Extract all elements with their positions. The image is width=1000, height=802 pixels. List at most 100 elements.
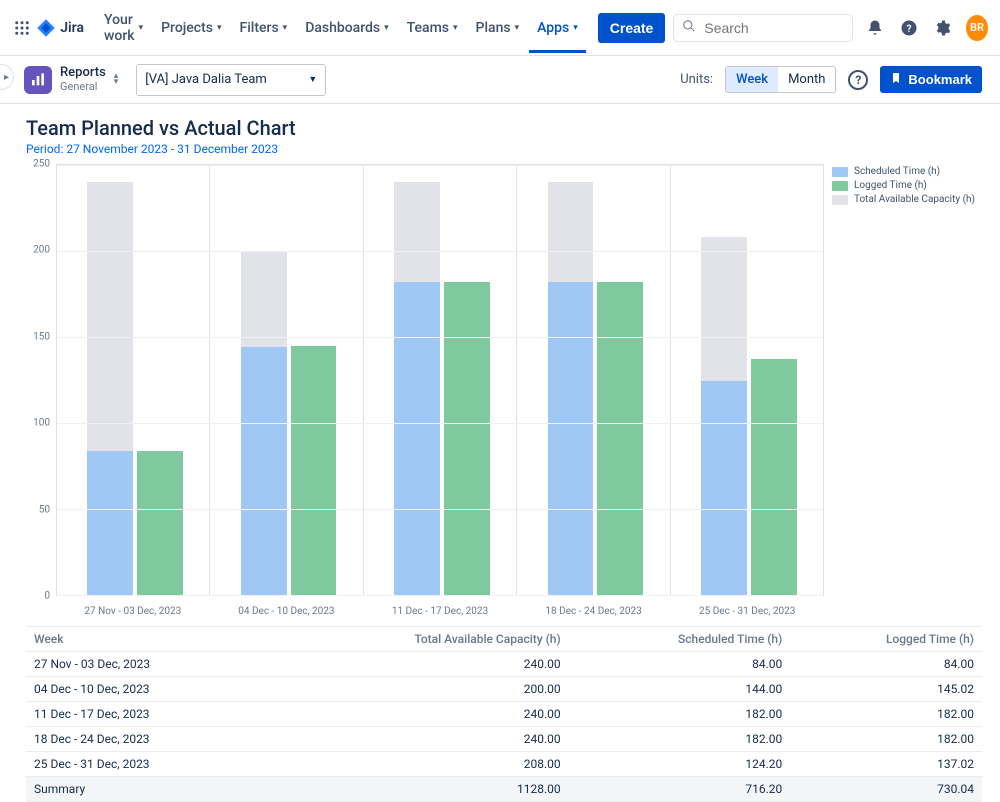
y-axis: 050100150200250 <box>26 164 54 596</box>
cell-logged: 137.02 <box>790 752 982 777</box>
cell-week: Summary <box>26 777 270 802</box>
swatch-total <box>832 195 848 205</box>
cell-logged: 182.00 <box>790 727 982 752</box>
units-month[interactable]: Month <box>778 67 835 92</box>
x-label: 11 Dec - 17 Dec, 2023 <box>363 600 517 624</box>
bar-logged[interactable] <box>597 282 643 595</box>
table-row: 04 Dec - 10 Dec, 2023200.00144.00145.02 <box>26 677 982 702</box>
chevron-down-icon: ▼ <box>308 74 317 85</box>
team-select[interactable]: [VA] Java Dalia Team ▼ <box>136 64 326 96</box>
chevron-down-icon: ▾ <box>573 23 578 33</box>
table-header: Scheduled Time (h) <box>569 627 791 652</box>
chevron-down-icon: ▾ <box>515 23 520 33</box>
bar-logged[interactable] <box>751 359 797 595</box>
units-label: Units: <box>680 72 713 87</box>
chart-group <box>210 165 363 595</box>
table-header: Logged Time (h) <box>790 627 982 652</box>
page-content: Team Planned vs Actual Chart Period: 27 … <box>0 104 1000 802</box>
cell-sched: 182.00 <box>569 727 791 752</box>
bookmark-button[interactable]: Bookmark <box>880 66 982 93</box>
settings-icon[interactable] <box>931 14 955 42</box>
cell-sched: 144.00 <box>569 677 791 702</box>
bookmark-icon <box>890 72 902 87</box>
legend-item-total: Total Available Capacity (h) <box>832 194 982 205</box>
bar-scheduled[interactable] <box>241 347 287 595</box>
cell-week: 04 Dec - 10 Dec, 2023 <box>26 677 270 702</box>
chevron-down-icon: ▾ <box>283 23 288 33</box>
legend-label: Scheduled Time (h) <box>854 166 940 177</box>
cell-sched: 182.00 <box>569 702 791 727</box>
search-box[interactable] <box>673 14 853 42</box>
report-selector[interactable]: Reports General ▴▾ <box>18 62 124 98</box>
swatch-scheduled <box>832 167 848 177</box>
bar-scheduled[interactable] <box>701 381 747 595</box>
nav-items: Your work ▾Projects ▾Filters ▾Dashboards… <box>96 4 586 52</box>
page-title: Team Planned vs Actual Chart <box>26 116 982 140</box>
nav-item-projects[interactable]: Projects ▾ <box>153 14 229 42</box>
nav-item-teams[interactable]: Teams ▾ <box>399 14 466 42</box>
bar-logged[interactable] <box>137 451 183 595</box>
x-label: 27 Nov - 03 Dec, 2023 <box>56 600 210 624</box>
cell-week: 25 Dec - 31 Dec, 2023 <box>26 752 270 777</box>
table-row: 18 Dec - 24 Dec, 2023240.00182.00182.00 <box>26 727 982 752</box>
cell-logged: 145.02 <box>790 677 982 702</box>
notifications-icon[interactable] <box>863 14 887 42</box>
chevron-down-icon: ▾ <box>217 23 222 33</box>
chart-group <box>364 165 517 595</box>
cell-sched: 716.20 <box>569 777 791 802</box>
chevron-down-icon: ▾ <box>139 23 144 33</box>
cell-total: 200.00 <box>270 677 569 702</box>
table-header: Total Available Capacity (h) <box>270 627 569 652</box>
y-tick: 100 <box>33 418 50 429</box>
chevron-updown-icon: ▴▾ <box>114 74 119 86</box>
report-subtitle: General <box>60 81 106 93</box>
bookmark-label: Bookmark <box>908 72 972 87</box>
search-input[interactable] <box>702 19 887 37</box>
nav-item-filters[interactable]: Filters ▾ <box>231 14 295 42</box>
page-help-icon[interactable]: ? <box>848 70 868 90</box>
cell-total: 240.00 <box>270 727 569 752</box>
bar-logged[interactable] <box>444 282 490 595</box>
page-period: Period: 27 November 2023 - 31 December 2… <box>26 142 982 156</box>
bar-scheduled[interactable] <box>394 282 440 595</box>
cell-total: 240.00 <box>270 702 569 727</box>
bar-logged[interactable] <box>291 346 337 595</box>
table-row: 27 Nov - 03 Dec, 2023240.0084.0084.00 <box>26 652 982 677</box>
cell-week: 11 Dec - 17 Dec, 2023 <box>26 702 270 727</box>
legend-label: Logged Time (h) <box>854 180 927 191</box>
table-summary-row: Summary1128.00716.20730.04 <box>26 777 982 802</box>
bar-scheduled[interactable] <box>87 451 133 595</box>
nav-item-apps[interactable]: Apps ▾ <box>529 4 586 53</box>
cell-total: 1128.00 <box>270 777 569 802</box>
create-button[interactable]: Create <box>598 13 666 43</box>
chevron-down-icon: ▾ <box>384 23 389 33</box>
cell-logged: 730.04 <box>790 777 982 802</box>
x-label: 04 Dec - 10 Dec, 2023 <box>210 600 364 624</box>
nav-item-your-work[interactable]: Your work ▾ <box>96 6 151 50</box>
cell-week: 18 Dec - 24 Dec, 2023 <box>26 727 270 752</box>
avatar[interactable]: BR <box>966 15 988 41</box>
brand-text: Jira <box>60 20 84 36</box>
bar-scheduled[interactable] <box>548 282 594 595</box>
cell-logged: 84.00 <box>790 652 982 677</box>
cell-total: 240.00 <box>270 652 569 677</box>
chart-group <box>517 165 670 595</box>
top-nav: Jira Your work ▾Projects ▾Filters ▾Dashb… <box>0 0 1000 56</box>
x-label: 25 Dec - 31 Dec, 2023 <box>670 600 824 624</box>
x-axis: 27 Nov - 03 Dec, 202304 Dec - 10 Dec, 20… <box>56 600 824 624</box>
y-tick: 200 <box>33 245 50 256</box>
help-icon[interactable]: ? <box>897 14 921 42</box>
units-week[interactable]: Week <box>726 67 778 92</box>
app-switcher-icon[interactable] <box>12 16 32 40</box>
nav-item-plans[interactable]: Plans ▾ <box>468 14 528 42</box>
brand-logo[interactable]: Jira <box>36 18 84 38</box>
cell-total: 208.00 <box>270 752 569 777</box>
legend-item-scheduled: Scheduled Time (h) <box>832 166 982 177</box>
svg-text:?: ? <box>906 23 911 34</box>
chart-group <box>671 165 823 595</box>
report-title: Reports <box>60 66 106 80</box>
nav-item-dashboards[interactable]: Dashboards ▾ <box>297 14 396 42</box>
table-row: 11 Dec - 17 Dec, 2023240.00182.00182.00 <box>26 702 982 727</box>
search-icon <box>682 19 696 37</box>
data-table: WeekTotal Available Capacity (h)Schedule… <box>26 626 982 802</box>
